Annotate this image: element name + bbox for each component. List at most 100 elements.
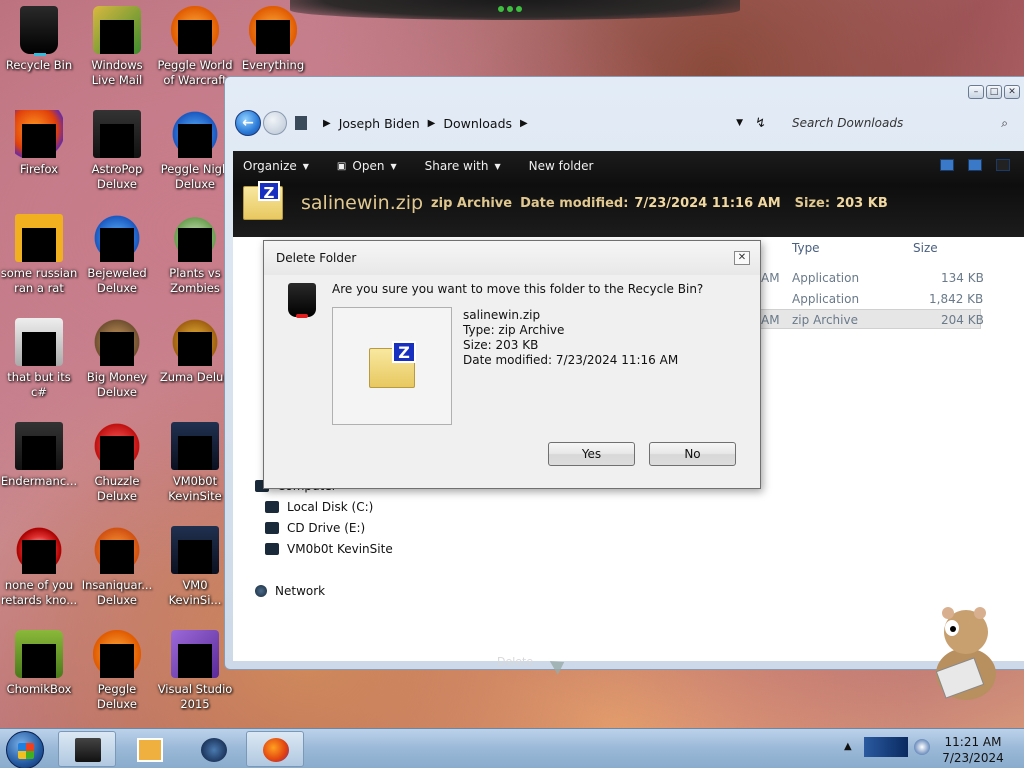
breadcrumb-separator-icon: ▶ [427, 117, 436, 129]
back-button[interactable]: ← [235, 110, 261, 136]
details-file-type: zip Archive [431, 195, 513, 211]
zip-archive-icon: Z [243, 181, 283, 220]
close-button[interactable]: ✕ [1004, 85, 1020, 99]
details-size-value: 203 KB [836, 195, 888, 211]
vm-icon [171, 526, 219, 574]
taskbar: ▲ 11:21 AM 7/23/2024 [0, 728, 1024, 768]
network-drive-icon [265, 543, 279, 555]
help-icon[interactable] [996, 159, 1010, 171]
desktop-icon-zuma[interactable]: Zuma Delux [156, 318, 234, 385]
window-controls: – □ ✕ [968, 85, 1020, 99]
nav-cd-drive[interactable]: CD Drive (E:) [265, 521, 365, 535]
column-header-type[interactable]: Type [792, 241, 820, 255]
everything-icon [249, 6, 297, 54]
desktop-icon-chuzzle[interactable]: Chuzzle Deluxe [78, 422, 156, 504]
desktop-icon-some-russian[interactable]: some russian ran a rat [0, 214, 78, 296]
breadcrumb-joseph-biden[interactable]: Joseph Biden [339, 116, 420, 131]
search-input[interactable]: Search Downloads ⌕ [774, 111, 1014, 135]
breadcrumb[interactable]: ▶ Joseph Biden ▶ Downloads ▶ ▼ ↯ [295, 111, 766, 135]
big-money-icon [93, 318, 141, 366]
file-time-fragment: AM [761, 313, 780, 327]
recycle-bin-icon [288, 283, 316, 318]
no-button[interactable]: No [649, 442, 736, 466]
media-player-icon [137, 738, 163, 762]
plants-vs-zombies-icon [171, 214, 219, 262]
desktop-icon-plants-vs-zombies[interactable]: Plants vs Zombies [156, 214, 234, 296]
visual-studio-icon [171, 630, 219, 678]
peggle-nights-icon [171, 110, 219, 158]
history-dropdown-icon[interactable]: ▼ [736, 118, 743, 128]
organize-button[interactable]: Organize ▼ [243, 159, 309, 173]
explorer-icon [75, 738, 101, 762]
file-size[interactable]: 134 KB [941, 271, 984, 285]
desktop-icon-firefox[interactable]: Firefox [0, 110, 78, 177]
red-ball-icon [15, 526, 63, 574]
desktop-icon-bejeweled[interactable]: Bejeweled Deluxe [78, 214, 156, 296]
desktop-icon-astropop[interactable]: AstroPop Deluxe [78, 110, 156, 192]
start-button[interactable] [6, 731, 44, 768]
drive-icon [265, 501, 279, 513]
desktop-icon-recycle-bin[interactable]: Recycle Bin [0, 6, 78, 73]
desktop-icon-peggle-wow[interactable]: Peggle World of Warcraft [156, 6, 234, 88]
nav-vm-share[interactable]: VM0b0t KevinSite [265, 542, 393, 556]
insaniquarium-icon [93, 526, 141, 574]
tray-volume-icon[interactable] [914, 739, 930, 755]
share-with-button[interactable]: Share with ▼ [425, 159, 501, 173]
nav-local-disk[interactable]: Local Disk (C:) [265, 500, 373, 514]
breadcrumb-downloads[interactable]: Downloads [443, 116, 512, 131]
column-header-size[interactable]: Size [913, 241, 938, 255]
file-size[interactable]: 1,842 KB [929, 292, 983, 306]
desktop-icon-vm0b0t-kevinsite[interactable]: VM0b0t KevinSite [156, 422, 234, 504]
taskbar-app-explorer[interactable] [58, 731, 116, 767]
vm-icon [171, 422, 219, 470]
chuzzle-icon [93, 422, 141, 470]
file-info-size: Size: 203 KB [463, 338, 539, 352]
desktop-icon-big-money[interactable]: Big Money Deluxe [78, 318, 156, 400]
desktop-icon-chomikbox[interactable]: ChomikBox [0, 630, 78, 697]
maximize-button[interactable]: □ [986, 85, 1002, 99]
desktop-icon-endermanch[interactable]: Endermanc... [0, 422, 78, 489]
bejeweled-icon [93, 214, 141, 262]
file-type[interactable]: Application [792, 292, 859, 306]
desktop-icon-none-of-you[interactable]: none of you retards kno... [0, 526, 78, 608]
desktop-icon-insaniquarium[interactable]: Insaniquar... Deluxe [78, 526, 156, 608]
desktop-icon-that-but-its-csharp[interactable]: that but its c# [0, 318, 78, 400]
file-type[interactable]: Application [792, 271, 859, 285]
file-info: salinewin.zip Type: zip Archive Size: 20… [463, 308, 678, 368]
desktop-icon-peggle-nights[interactable]: Peggle Nigh Deluxe [156, 110, 234, 192]
taskbar-app-media-player[interactable] [120, 731, 178, 767]
details-date-label: Date modified: [520, 195, 629, 211]
top-bar-dots [498, 6, 522, 12]
zuma-icon [171, 318, 219, 366]
forward-button[interactable] [263, 111, 287, 135]
details-pane: Z salinewin.zip zip Archive Date modifie… [233, 181, 1024, 225]
dialog-close-button[interactable]: ✕ [734, 251, 750, 265]
taskbar-app-firefox[interactable] [246, 731, 304, 767]
cd-drive-icon [265, 522, 279, 534]
view-icon[interactable] [940, 159, 954, 171]
desktop-icon-everything[interactable]: Everything [234, 6, 312, 73]
desktop-icon-peggle-deluxe[interactable]: Peggle Deluxe [78, 630, 156, 712]
delete-folder-dialog: Delete Folder ✕ Are you sure you want to… [263, 240, 761, 489]
file-size[interactable]: 204 KB [941, 313, 984, 327]
minimize-button[interactable]: – [968, 85, 984, 99]
desktop-icon-windows-live-mail[interactable]: Windows Live Mail [78, 6, 156, 88]
taskbar-app-globe[interactable] [184, 731, 242, 767]
desktop-icon-visual-studio[interactable]: Visual Studio 2015 [156, 630, 234, 712]
file-type[interactable]: zip Archive [792, 313, 858, 327]
preview-pane-icon[interactable] [968, 159, 982, 171]
dialog-question: Are you sure you want to move this folde… [332, 282, 704, 296]
yes-button[interactable]: Yes [548, 442, 635, 466]
tray-network-icon[interactable] [864, 737, 908, 757]
desktop-icon-vm0-kevinsite[interactable]: VM0 KevinSi... [156, 526, 234, 608]
nav-network[interactable]: Network [255, 584, 325, 598]
new-folder-button[interactable]: New folder [529, 159, 594, 173]
drag-ghost-label: Delete [497, 655, 534, 668]
open-button[interactable]: ▣ Open ▼ [337, 159, 397, 173]
details-file-name: salinewin.zip [301, 192, 424, 214]
address-bar: ← ▶ Joseph Biden ▶ Downloads ▶ ▼ ↯ Searc… [235, 109, 1014, 137]
taskbar-clock[interactable]: 11:21 AM 7/23/2024 [938, 734, 1008, 766]
refresh-icon[interactable]: ↯ [755, 116, 766, 131]
globe-icon [201, 738, 227, 762]
show-hidden-icons-icon[interactable]: ▲ [844, 741, 852, 752]
